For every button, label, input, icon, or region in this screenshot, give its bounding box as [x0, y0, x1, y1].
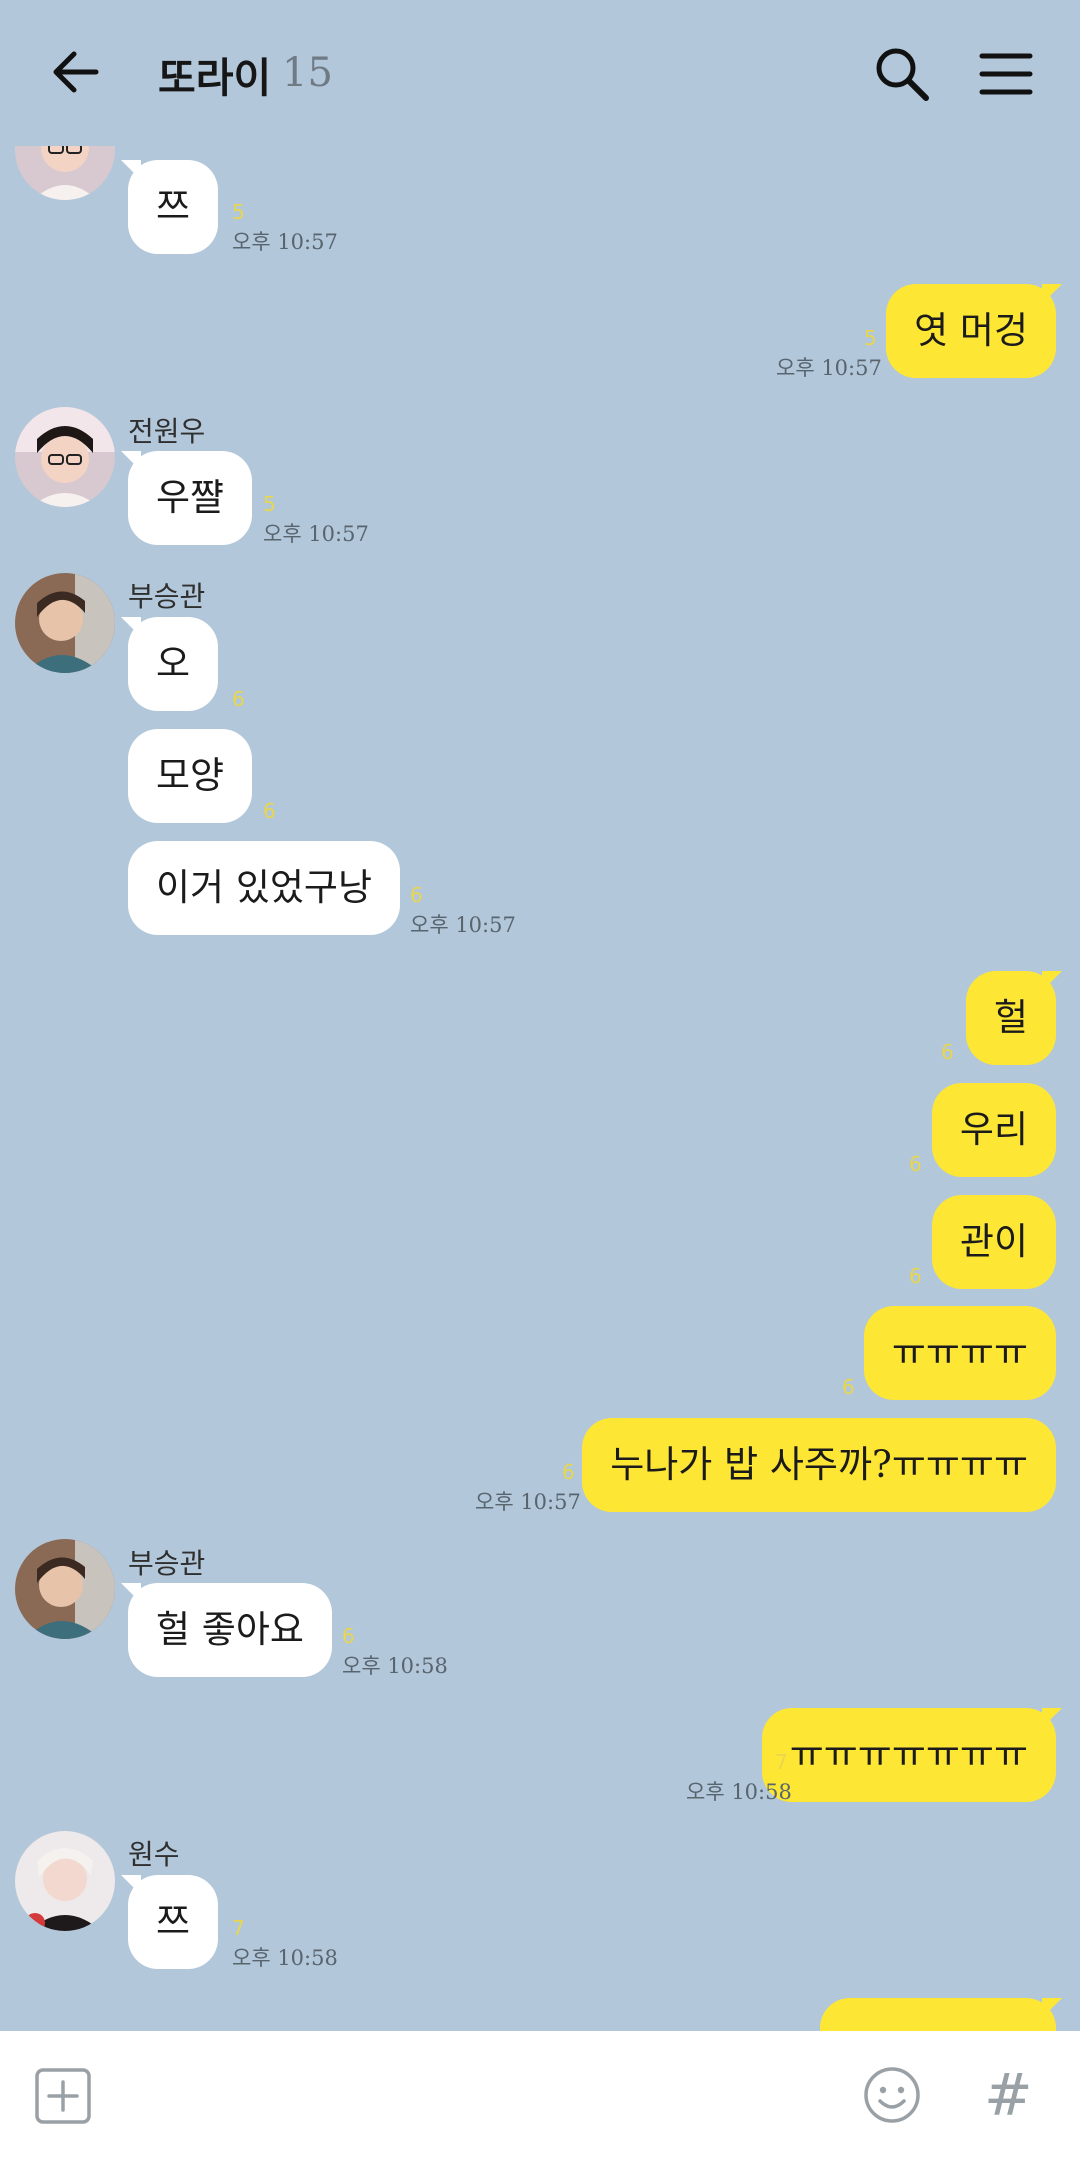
message-bubble[interactable]: 쯔 [128, 1875, 218, 1969]
message-time: 오후 10:58 [232, 1946, 338, 1970]
bubble-tail [1042, 284, 1062, 304]
chat-header: 또라이 15 [0, 0, 1080, 146]
message-bubble[interactable]: 오 [128, 617, 218, 711]
avatar[interactable] [15, 573, 115, 673]
message-input-bar[interactable]: # [0, 2031, 1080, 2157]
hashtag-search-button[interactable]: # [984, 2061, 1033, 2129]
chat-messages[interactable]: 쯔 5 오후 10:57 엿 머겅 5 오후 10:57 전원우 우쨜 5 오후… [0, 146, 1080, 2031]
sender-name: 부승관 [128, 1547, 206, 1580]
unread-count: 6 [909, 1152, 922, 1176]
avatar[interactable] [15, 1539, 115, 1639]
unread-count: 6 [342, 1624, 355, 1648]
member-count: 15 [282, 50, 333, 96]
bubble-tail [121, 451, 141, 471]
bubble-tail [1042, 971, 1062, 991]
bubble-tail [121, 1583, 141, 1603]
search-icon[interactable] [872, 44, 932, 104]
unread-count: 7 [775, 1750, 788, 1774]
message-bubble[interactable]: 관이 [931, 1195, 1056, 1289]
bubble-tail [1042, 1708, 1062, 1728]
avatar[interactable] [15, 146, 115, 200]
avatar[interactable] [15, 1831, 115, 1931]
message-time: 오후 10:57 [263, 522, 369, 546]
bubble-tail [1042, 1998, 1062, 2018]
back-arrow-icon[interactable] [48, 42, 108, 102]
message-bubble[interactable]: 누나가 밥 사주까?ㅠㅠㅠㅠ [582, 1418, 1056, 1512]
unread-count: 6 [941, 1040, 954, 1064]
message-bubble[interactable]: 쯔 [128, 160, 218, 254]
unread-count: 6 [562, 1460, 575, 1484]
sender-name: 전원우 [128, 415, 206, 448]
message-bubble[interactable]: 우리 [931, 1083, 1056, 1177]
bubble-tail [121, 1875, 141, 1895]
bubble-tail [121, 617, 141, 637]
message-time: 오후 10:57 [410, 913, 516, 937]
plus-icon[interactable] [34, 2067, 92, 2125]
emoji-icon[interactable] [862, 2065, 922, 2125]
message-bubble[interactable]: 엿 머겅 [886, 284, 1056, 378]
message-bubble[interactable]: ㅠㅠㅠㅠㅠㅠㅠ [761, 1708, 1056, 1802]
unread-count: 6 [410, 883, 423, 907]
message-bubble[interactable]: ㅠㅠㅠㅠ [863, 1306, 1056, 1400]
message-bubble-partial[interactable] [820, 1998, 1056, 2031]
message-time: 오후 10:58 [342, 1654, 448, 1678]
message-bubble[interactable]: 이거 있었구낭 [128, 841, 401, 935]
message-bubble[interactable]: 우쨜 [128, 451, 253, 545]
message-time: 오후 10:57 [232, 230, 338, 254]
unread-count: 7 [232, 1916, 245, 1940]
message-time: 오후 10:57 [776, 356, 882, 380]
message-time: 오후 10:57 [475, 1490, 581, 1514]
unread-count: 6 [842, 1375, 855, 1399]
sender-name: 원수 [128, 1838, 180, 1871]
avatar[interactable] [15, 407, 115, 507]
unread-count: 6 [909, 1264, 922, 1288]
chat-title: 또라이 [158, 54, 272, 102]
bubble-tail [121, 160, 141, 180]
unread-count: 5 [232, 200, 245, 224]
unread-count: 5 [263, 492, 276, 516]
message-bubble[interactable]: 모양 [128, 729, 253, 823]
unread-count: 5 [864, 326, 877, 350]
message-time: 오후 10:58 [686, 1780, 792, 1804]
menu-icon[interactable] [976, 44, 1036, 104]
message-bubble[interactable]: 헐 좋아요 [128, 1583, 332, 1677]
unread-count: 6 [263, 799, 276, 823]
unread-count: 6 [232, 687, 245, 711]
sender-name: 부승관 [128, 580, 206, 613]
